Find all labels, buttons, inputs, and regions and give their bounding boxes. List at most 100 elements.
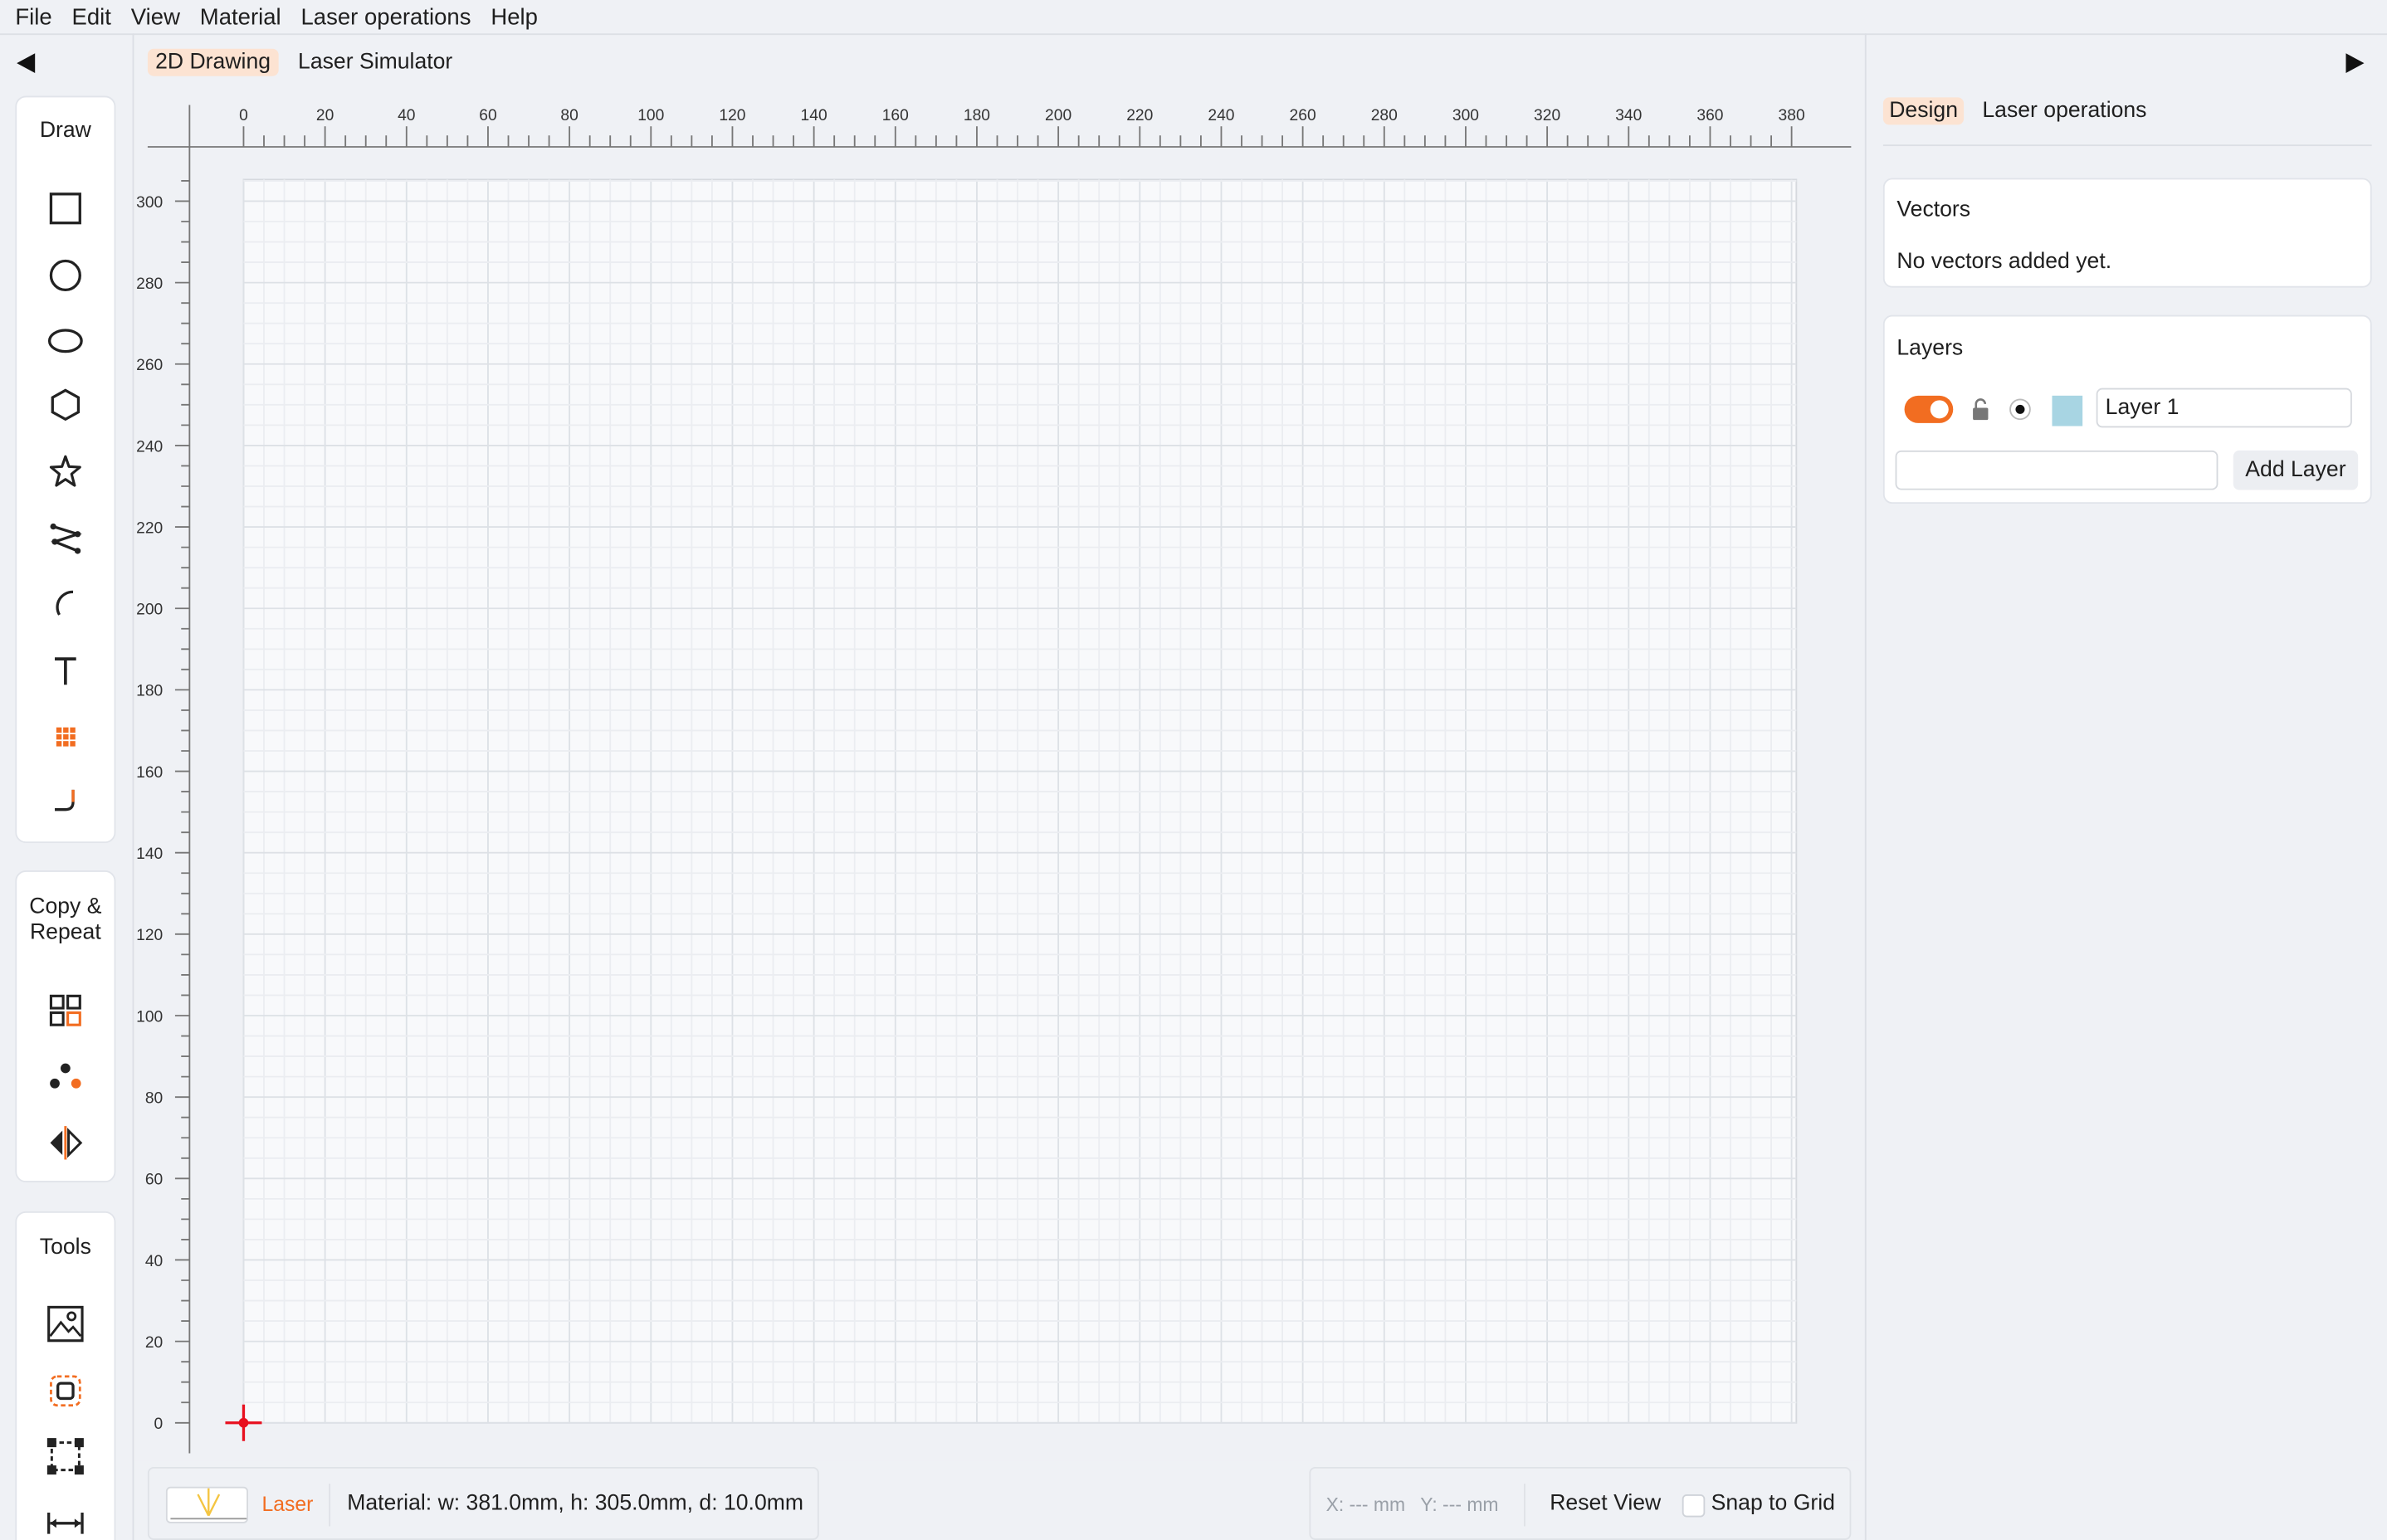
collapse-left-button[interactable] — [14, 51, 38, 79]
right-panel: Design Laser operations Vectors No vecto… — [1867, 33, 2387, 1540]
corner-curve-icon — [55, 789, 75, 811]
tab-design[interactable]: Design — [1882, 97, 1965, 125]
text-icon — [55, 657, 76, 685]
mirror-icon — [50, 1126, 83, 1160]
x-ruler-label: 300 — [1452, 107, 1479, 124]
radial-copy-icon — [50, 1063, 81, 1089]
text-tool[interactable] — [46, 651, 85, 691]
y-ruler-label: 80 — [145, 1089, 163, 1107]
y-ruler-label: 160 — [136, 764, 163, 782]
x-ruler-label: 60 — [479, 107, 496, 124]
measure-tool[interactable] — [46, 1503, 85, 1540]
snap-to-grid-label[interactable]: Snap to Grid — [1711, 1491, 1835, 1515]
x-ruler-label: 0 — [239, 107, 248, 124]
y-ruler-label: 40 — [145, 1253, 163, 1270]
y-ruler-label: 20 — [145, 1334, 163, 1352]
offset-icon — [50, 1375, 81, 1407]
laser-label[interactable]: Laser — [261, 1493, 313, 1516]
corner-curve-tool[interactable] — [46, 781, 85, 821]
laser-beam-icon — [170, 1488, 247, 1520]
star-tool[interactable] — [46, 452, 85, 492]
radial-copy-tool[interactable] — [46, 1058, 85, 1098]
tab-laser-simulator[interactable]: Laser Simulator — [290, 49, 461, 76]
copy-repeat-title-line1: Copy & — [29, 894, 102, 919]
polyline-tool[interactable] — [46, 518, 85, 558]
rectangle-tool[interactable] — [46, 188, 85, 228]
x-ruler-label: 260 — [1290, 107, 1316, 124]
ellipse-icon — [47, 329, 83, 353]
tab-2d-drawing[interactable]: 2D Drawing — [147, 48, 279, 76]
copy-repeat-panel: Copy & Repeat — [15, 870, 116, 1183]
status-divider — [1524, 1484, 1525, 1527]
layers-title: Layers — [1896, 336, 1964, 361]
offset-tool[interactable] — [46, 1371, 85, 1411]
reset-view-button[interactable]: Reset View — [1550, 1491, 1661, 1515]
menu-laser-operations[interactable]: Laser operations — [301, 4, 471, 30]
x-ruler-label: 320 — [1534, 107, 1560, 124]
menu-material[interactable]: Material — [200, 4, 281, 30]
app-window: File Edit View Material Laser operations… — [0, 0, 2387, 1540]
bounding-box-icon — [46, 1438, 84, 1475]
image-trace-tool[interactable] — [46, 1304, 85, 1344]
layer-name-input[interactable] — [2096, 387, 2352, 428]
draw-panel: Draw — [15, 95, 116, 844]
measure-icon — [47, 1512, 84, 1534]
circle-tool[interactable] — [46, 256, 85, 295]
menu-bar: File Edit View Material Laser operations… — [0, 0, 2387, 34]
x-ruler-label: 180 — [964, 107, 990, 124]
layer-visibility-radio-icon[interactable] — [2008, 397, 2032, 422]
y-ruler-label: 200 — [136, 602, 163, 619]
x-ruler-label: 220 — [1126, 107, 1153, 124]
menu-help[interactable]: Help — [491, 4, 538, 30]
y-ruler-label: 260 — [136, 357, 163, 374]
new-layer-name-input[interactable] — [1895, 450, 2219, 490]
grid-pattern-tool[interactable] — [46, 717, 85, 757]
material-info[interactable]: Material: w: 381.0mm, h: 305.0mm, d: 10.… — [347, 1491, 803, 1515]
menu-view[interactable]: View — [131, 4, 180, 30]
triangle-left-icon — [17, 53, 36, 74]
y-ruler-label: 180 — [136, 683, 163, 700]
menu-edit[interactable]: Edit — [72, 4, 111, 30]
tools-panel: Tools — [15, 1211, 116, 1540]
tab-laser-operations[interactable]: Laser operations — [1976, 97, 2153, 124]
right-tabs: Design Laser operations — [1882, 97, 2153, 125]
x-ruler-label: 280 — [1371, 107, 1398, 124]
y-ruler-label: 240 — [136, 438, 163, 456]
x-ruler-label: 20 — [316, 107, 334, 124]
vectors-card: Vectors No vectors added yet. — [1882, 178, 2372, 288]
tools-panel-title: Tools — [39, 1235, 91, 1260]
y-ruler-label: 300 — [136, 194, 163, 212]
cursor-x-readout: X: --- mm — [1325, 1494, 1406, 1516]
ellipse-tool[interactable] — [46, 321, 85, 361]
x-ruler-label: 120 — [719, 107, 745, 124]
vectors-title: Vectors — [1896, 197, 1971, 222]
circle-icon — [49, 259, 81, 292]
array-copy-icon — [49, 994, 81, 1026]
unlock-icon[interactable] — [1971, 397, 1989, 422]
layer-enable-toggle[interactable] — [1904, 395, 1954, 423]
layer-color-swatch[interactable] — [2052, 395, 2083, 426]
x-ruler-label: 140 — [801, 107, 827, 124]
y-ruler-label: 220 — [136, 519, 163, 537]
arc-tool[interactable] — [46, 584, 85, 624]
laser-preview-icon[interactable] — [165, 1486, 248, 1523]
cursor-y-readout: Y: --- mm — [1420, 1494, 1499, 1516]
polyline-icon — [50, 523, 82, 554]
bounding-box-tool[interactable] — [46, 1436, 85, 1476]
y-ruler-label: 100 — [136, 1008, 163, 1026]
menu-file[interactable]: File — [15, 4, 51, 30]
canvas-svg: 0 20 40 60 80 100 120 140 160 180 200 220 240 260 280 3… — [134, 91, 1864, 1461]
drawing-canvas[interactable]: 0 20 40 60 80 100 120 140 160 180 200 220 240 260 280 3… — [134, 91, 1864, 1461]
x-ruler-label: 200 — [1045, 107, 1071, 124]
polygon-tool[interactable] — [46, 385, 85, 425]
x-ruler-label: 380 — [1779, 107, 1805, 124]
collapse-right-button[interactable] — [2343, 51, 2367, 79]
polygon-icon — [51, 388, 81, 422]
y-ruler-label: 140 — [136, 846, 163, 863]
mirror-tool[interactable] — [46, 1123, 85, 1162]
y-ruler-label: 0 — [154, 1416, 164, 1433]
tabs-divider — [1882, 144, 2372, 147]
add-layer-button[interactable]: Add Layer — [2233, 450, 2359, 490]
array-copy-tool[interactable] — [46, 991, 85, 1031]
snap-to-grid-checkbox[interactable] — [1682, 1494, 1706, 1518]
